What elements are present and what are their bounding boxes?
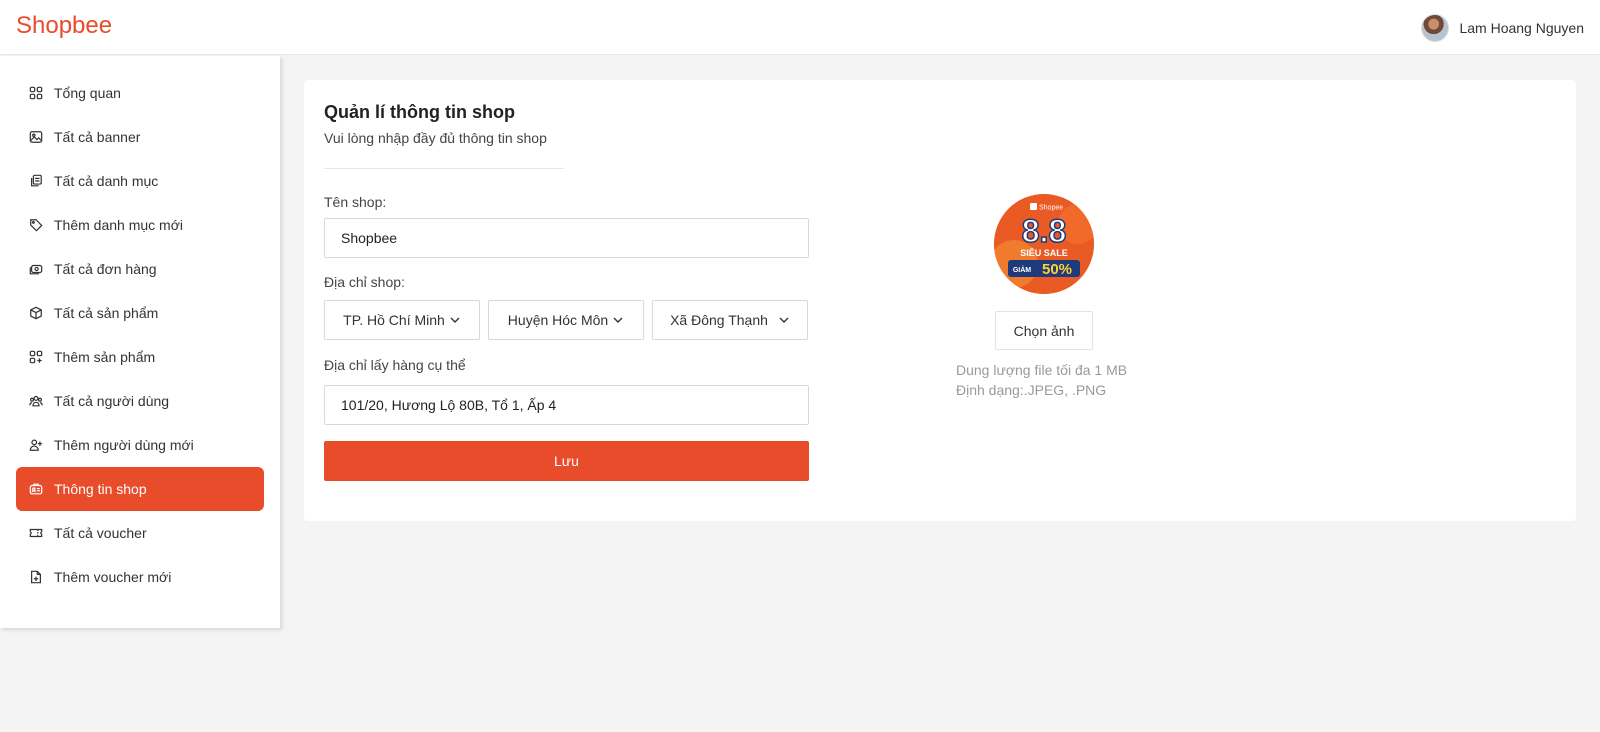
shop-name-label: Tên shop: <box>324 194 387 210</box>
shop-id-icon <box>28 481 44 497</box>
sidebar-item-label: Tất cả người dùng <box>54 393 170 409</box>
sidebar-item-label: Thêm người dùng mới <box>54 437 194 453</box>
cash-icon <box>28 261 44 277</box>
sidebar-item-label: Thêm sản phẩm <box>54 349 156 365</box>
sidebar-item-overview[interactable]: Tổng quan <box>16 71 264 115</box>
logo-brand-text: Shopee <box>1039 205 1063 212</box>
choose-image-button[interactable]: Chọn ảnh <box>995 311 1093 350</box>
shop-logo-image: Shopee 8.8 SIÊU SALE GIẢM 50% <box>994 194 1094 294</box>
sidebar-item-orders[interactable]: Tất cả đơn hàng <box>16 247 264 291</box>
top-bar: Shopbee Lam Hoang Nguyen <box>0 0 1600 55</box>
sidebar-item-add-product[interactable]: Thêm sản phẩm <box>16 335 264 379</box>
province-select[interactable]: TP. Hồ Chí Minh <box>324 300 480 340</box>
chevron-down-icon <box>613 317 623 323</box>
district-value: Huyện Hóc Môn <box>507 312 609 328</box>
file-size-hint: Dung lượng file tối đa 1 MB <box>956 362 1128 378</box>
sidebar-item-label: Tổng quan <box>54 85 121 101</box>
shop-address-label: Địa chỉ shop: <box>324 274 405 290</box>
sidebar-item-add-category[interactable]: Thêm danh mục mới <box>16 203 264 247</box>
pickup-address-label: Địa chỉ lấy hàng cụ thể <box>324 357 466 373</box>
pickup-address-value: 101/20, Hương Lộ 80B, Tổ 1, Ấp 4 <box>341 397 557 413</box>
pickup-address-input[interactable]: 101/20, Hương Lộ 80B, Tổ 1, Ấp 4 <box>324 385 809 425</box>
sidebar-item-label: Tất cả banner <box>54 129 141 145</box>
sidebar-item-label: Thông tin shop <box>54 481 147 497</box>
grid-add-icon <box>28 349 44 365</box>
sidebar-item-add-voucher[interactable]: Thêm voucher mới <box>16 555 264 599</box>
sidebar-item-banners[interactable]: Tất cả banner <box>16 115 264 159</box>
logo-sale-text: SIÊU SALE <box>1020 247 1068 258</box>
sidebar-item-label: Tất cả đơn hàng <box>54 261 157 277</box>
chevron-down-icon <box>450 317 460 323</box>
sidebar-item-label: Thêm danh mục mới <box>54 217 184 233</box>
shop-info-card: Quản lí thông tin shop Vui lòng nhập đầy… <box>304 80 1576 521</box>
page-title: Quản lí thông tin shop <box>324 102 515 122</box>
image-icon <box>28 129 44 145</box>
user-menu[interactable]: Lam Hoang Nguyen <box>1421 14 1584 42</box>
district-select[interactable]: Huyện Hóc Môn <box>488 300 644 340</box>
box-icon <box>28 305 44 321</box>
sidebar: Tổng quan Tất cả banner Tất cả danh mục … <box>0 56 280 628</box>
sidebar-item-label: Tất cả danh mục <box>54 173 159 189</box>
shop-name-value: Shopbee <box>341 230 398 246</box>
sidebar-item-label: Tất cả voucher <box>54 525 147 541</box>
sidebar-item-users[interactable]: Tất cả người dùng <box>16 379 264 423</box>
logo-discount-value: 50% <box>1042 261 1072 278</box>
ward-value: Xã Đông Thạnh <box>670 312 768 328</box>
user-add-icon <box>28 437 44 453</box>
users-icon <box>28 393 44 409</box>
sidebar-item-label: Thêm voucher mới <box>54 569 172 585</box>
file-format-hint: Định dạng:.JPEG, .PNG <box>956 382 1107 398</box>
logo-big-text: 8.8 <box>1022 213 1066 249</box>
page-subtitle: Vui lòng nhập đầy đủ thông tin shop <box>324 130 547 146</box>
avatar[interactable] <box>1421 14 1450 42</box>
sidebar-item-vouchers[interactable]: Tất cả voucher <box>16 511 264 555</box>
sidebar-item-label: Tất cả sản phẩm <box>54 305 159 321</box>
sidebar-item-categories[interactable]: Tất cả danh mục <box>16 159 264 203</box>
copy-icon <box>28 173 44 189</box>
save-button[interactable]: Lưu <box>324 441 809 481</box>
sidebar-item-add-user[interactable]: Thêm người dùng mới <box>16 423 264 467</box>
shop-logo-graphic: Shopee 8.8 SIÊU SALE GIẢM 50% <box>994 194 1094 294</box>
tag-icon <box>28 217 44 233</box>
chevron-down-icon <box>779 317 789 323</box>
file-add-icon <box>28 569 44 585</box>
province-value: TP. Hồ Chí Minh <box>343 312 445 328</box>
ward-select[interactable]: Xã Đông Thạnh <box>652 300 808 340</box>
ticket-icon <box>28 525 44 541</box>
brand-logo[interactable]: Shopbee <box>16 12 112 40</box>
grid-icon <box>28 85 44 101</box>
sidebar-item-products[interactable]: Tất cả sản phẩm <box>16 291 264 335</box>
shop-name-input[interactable]: Shopbee <box>324 218 809 258</box>
divider <box>324 168 564 169</box>
logo-discount-prefix: GIẢM <box>1013 265 1031 274</box>
sidebar-item-shop-info[interactable]: Thông tin shop <box>16 467 264 511</box>
user-name[interactable]: Lam Hoang Nguyen <box>1459 20 1584 36</box>
